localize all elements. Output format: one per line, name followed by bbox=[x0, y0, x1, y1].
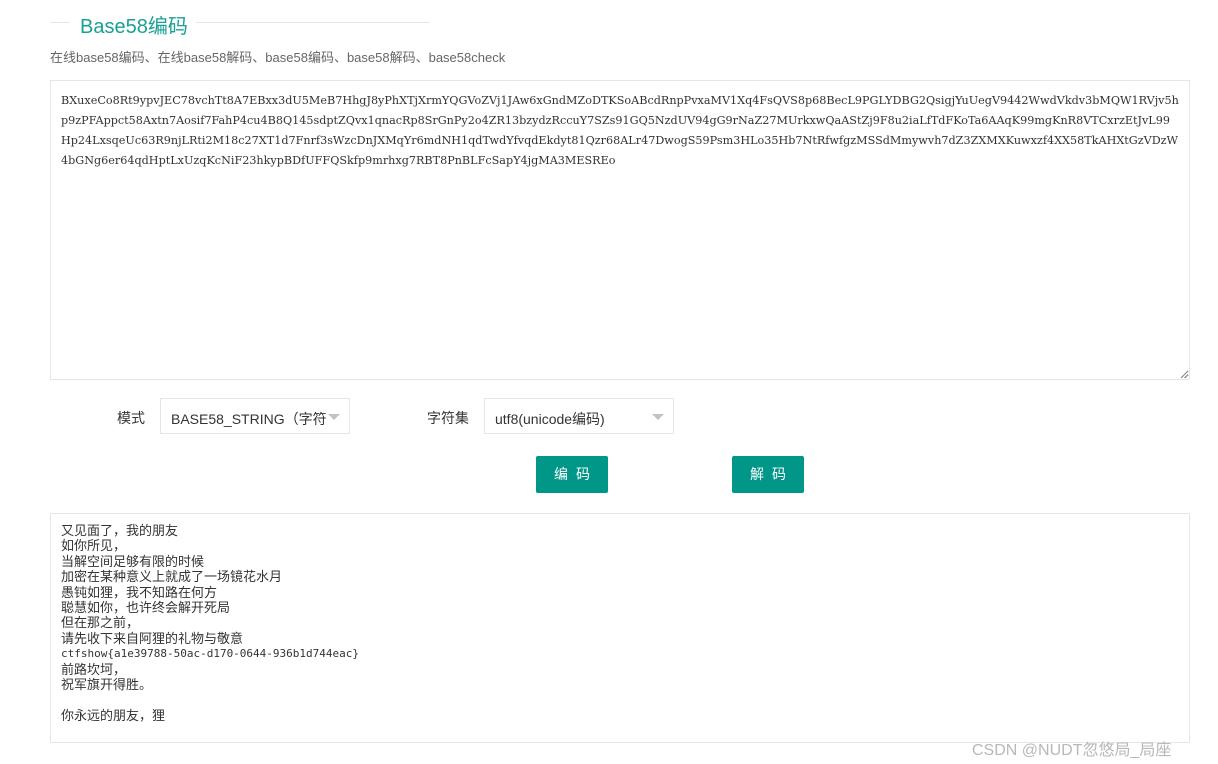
resize-grip-icon[interactable] bbox=[1179, 369, 1189, 379]
output-line: 当解空间足够有限的时候 bbox=[61, 553, 205, 569]
encode-button[interactable]: 编码 bbox=[536, 456, 608, 493]
decode-button[interactable]: 解码 bbox=[732, 456, 804, 493]
output-line: 前路坎坷， bbox=[61, 661, 127, 677]
output-line: 愚钝如狸，我不知路在何方 bbox=[61, 584, 218, 600]
page-subtitle: 在线base58编码、在线base58解码、base58编码、base58解码、… bbox=[50, 50, 506, 65]
input-textarea[interactable]: BXuxeCo8Rt9ypvJEC78vchTt8A7EBxx3dU5MeB7H… bbox=[50, 80, 1190, 380]
output-textarea[interactable]: 又见面了，我的朋友 如你所见， 当解空间足够有限的时候 加密在某种意义上就成了一… bbox=[50, 513, 1190, 743]
output-line: 加密在某种意义上就成了一场镜花水月 bbox=[61, 569, 283, 585]
output-line: 又见面了，我的朋友 bbox=[61, 523, 179, 538]
output-line: 祝军旗开得胜。 bbox=[61, 676, 153, 692]
chevron-down-icon bbox=[652, 414, 664, 420]
section-legend: Base58编码 bbox=[50, 8, 430, 38]
mode-label: 模式 bbox=[117, 410, 145, 426]
output-line: 聪慧如你，也许终会解开死局 bbox=[61, 599, 231, 615]
output-line: 你永远的朋友，狸 bbox=[61, 707, 166, 723]
page-title: Base58编码 bbox=[80, 16, 188, 38]
charset-select[interactable]: utf8(unicode编码) bbox=[484, 398, 674, 434]
mode-select[interactable]: BASE58_STRING（字符 bbox=[160, 398, 350, 434]
output-line: 如你所见， bbox=[61, 538, 127, 554]
output-line: 但在那之前， bbox=[61, 615, 140, 631]
watermark: CSDN @NUDT忽悠局_局座 bbox=[972, 742, 1172, 759]
output-line-flag: ctfshow{a1e39788-50ac-d170-0644-936b1d74… bbox=[61, 647, 360, 661]
mode-select-value: BASE58_STRING（字符 bbox=[171, 411, 327, 427]
charset-label: 字符集 bbox=[427, 410, 469, 426]
chevron-down-icon bbox=[328, 414, 340, 420]
legend-divider-left bbox=[50, 22, 70, 23]
charset-select-value: utf8(unicode编码) bbox=[495, 411, 605, 427]
output-line: 请先收下来自阿狸的礼物与敬意 bbox=[61, 630, 244, 646]
legend-divider-right bbox=[196, 22, 430, 23]
